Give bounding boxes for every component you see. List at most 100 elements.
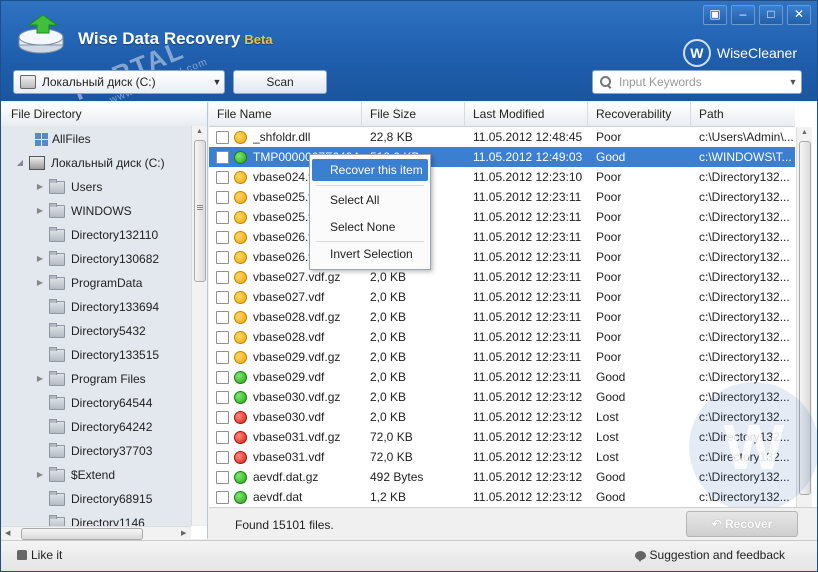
row-checkbox[interactable] xyxy=(216,431,229,444)
table-row[interactable]: _shfoldr.dll 22,8 KB 11.05.2012 12:48:45 Po… xyxy=(209,127,795,147)
table-row[interactable]: vbase030.vdf 2,0 KB 11.05.2012 12:23:12 Los… xyxy=(209,407,795,427)
expand-arrow-icon[interactable]: ▶ xyxy=(35,368,45,390)
table-row[interactable]: vbase026.vdf2,0 KB11.05.2012 12:23:11Poo… xyxy=(209,227,795,247)
tree-item-label: Directory1146 xyxy=(71,516,145,526)
column-header-file-size[interactable]: File Size xyxy=(362,102,465,126)
table-row[interactable]: vbase029.vdf.gz 2,0 KB 11.05.2012 12:23:11… xyxy=(209,347,795,367)
table-row[interactable]: vbase030.vdf.gz 2,0 KB 11.05.2012 12:23:12… xyxy=(209,387,795,407)
table-row[interactable]: vbase031.vdf.gz 72,0 KB 11.05.2012 12:23:1… xyxy=(209,427,795,447)
table-row[interactable]: vbase028.vdf 2,0 KB 11.05.2012 12:23:11 Poo… xyxy=(209,327,795,347)
tree-item[interactable]: ▶ ProgramData xyxy=(35,272,142,294)
expand-arrow-icon[interactable]: ▶ xyxy=(35,248,45,270)
search-box[interactable]: ▼ xyxy=(592,70,802,94)
table-row[interactable]: vbase025.vdf2,0 KB11.05.2012 12:23:11Poo… xyxy=(209,207,795,227)
table-row[interactable]: vbase028.vdf.gz 2,0 KB 11.05.2012 12:23:11… xyxy=(209,307,795,327)
row-checkbox[interactable] xyxy=(216,311,229,324)
tree-item[interactable]: Directory37703 xyxy=(35,440,152,462)
scroll-thumb[interactable] xyxy=(194,140,206,282)
path-cell: c:\Directory132... xyxy=(699,390,790,404)
tree-item-drive[interactable]: ◢ Локальный диск (C:) xyxy=(15,152,165,174)
table-row[interactable]: vbase031.vdf 72,0 KB 11.05.2012 12:23:12 Lo… xyxy=(209,447,795,467)
tree-item[interactable]: ▶ Program Files xyxy=(35,368,146,390)
menu-item-recover-this-item[interactable]: Recover this item xyxy=(312,159,428,181)
table-row[interactable]: vbase026.vdf2,0 KB11.05.2012 12:23:11Poo… xyxy=(209,247,795,267)
row-checkbox[interactable] xyxy=(216,131,229,144)
row-checkbox[interactable] xyxy=(216,191,229,204)
column-header-path[interactable]: Path xyxy=(691,102,795,126)
tree-item[interactable]: ▶ $Extend xyxy=(35,464,115,486)
expand-arrow-icon[interactable]: ▶ xyxy=(35,272,45,294)
scroll-thumb[interactable] xyxy=(799,141,811,495)
table-row[interactable]: vbase029.vdf 2,0 KB 11.05.2012 12:23:11 Goo… xyxy=(209,367,795,387)
minimize-icon[interactable]: – xyxy=(731,5,755,25)
column-header-file-name[interactable]: File Name xyxy=(209,102,362,126)
chevron-down-icon[interactable]: ▼ xyxy=(785,77,801,87)
expand-arrow-icon[interactable]: ▶ xyxy=(35,176,45,198)
menu-item-select-none[interactable]: Select None xyxy=(312,216,428,238)
scroll-thumb[interactable] xyxy=(21,528,143,540)
scroll-up-icon[interactable]: ▲ xyxy=(801,129,808,136)
row-checkbox[interactable] xyxy=(216,491,229,504)
recover-button[interactable]: ↶ Recover xyxy=(686,511,798,537)
row-checkbox[interactable] xyxy=(216,291,229,304)
row-checkbox[interactable] xyxy=(216,451,229,464)
column-header-recoverability[interactable]: Recoverability xyxy=(588,102,691,126)
scan-button[interactable]: Scan xyxy=(233,70,327,94)
tree-item[interactable]: Directory5432 xyxy=(35,320,146,342)
table-row[interactable]: aevdf.dat.gz 492 Bytes 11.05.2012 12:23:12… xyxy=(209,467,795,487)
last-modified-cell: 11.05.2012 12:23:10 xyxy=(473,170,583,184)
expand-arrow-icon[interactable]: ▶ xyxy=(35,464,45,486)
tree-item[interactable]: Directory132110 xyxy=(35,224,158,246)
table-row[interactable]: vbase024.vdf2,0 KB11.05.2012 12:23:10Poo… xyxy=(209,167,795,187)
drive-select[interactable]: Локальный диск (C:) ▼ xyxy=(13,70,225,94)
feedback-link[interactable]: Suggestion and feedback xyxy=(634,548,785,562)
table-row[interactable]: TMP0000007F6494...512,0 KB11.05.2012 12:… xyxy=(209,147,795,167)
tree-item[interactable]: Directory64544 xyxy=(35,392,152,414)
tree-item[interactable]: Directory133694 xyxy=(35,296,159,318)
table-row[interactable]: aevdf.dat 1,2 KB 11.05.2012 12:23:12 Good c:… xyxy=(209,487,795,507)
row-checkbox[interactable] xyxy=(216,211,229,224)
row-checkbox[interactable] xyxy=(216,271,229,284)
maximize-icon[interactable]: □ xyxy=(759,5,783,25)
tree-item-allfiles[interactable]: AllFiles xyxy=(35,128,91,150)
tree-vertical-scrollbar[interactable]: ▲ xyxy=(191,126,207,526)
row-checkbox[interactable] xyxy=(216,331,229,344)
table-row[interactable]: vbase025.vdf2,0 KB11.05.2012 12:23:11Poo… xyxy=(209,187,795,207)
row-checkbox[interactable] xyxy=(216,371,229,384)
tree-item[interactable]: Directory68915 xyxy=(35,488,152,510)
table-row[interactable]: vbase027.vdf.gz 2,0 KB 11.05.2012 12:23:11… xyxy=(209,267,795,287)
tree-item[interactable]: Directory64242 xyxy=(35,416,152,438)
row-checkbox[interactable] xyxy=(216,151,229,164)
row-checkbox[interactable] xyxy=(216,391,229,404)
expand-arrow-icon[interactable]: ▶ xyxy=(35,200,45,222)
scroll-right-icon[interactable]: ▶ xyxy=(181,529,186,537)
row-checkbox[interactable] xyxy=(216,251,229,264)
tree-horizontal-scrollbar[interactable]: ◀ ▶ xyxy=(1,526,191,540)
collapse-arrow-icon[interactable]: ◢ xyxy=(15,152,25,174)
row-checkbox[interactable] xyxy=(216,231,229,244)
file-name-cell: vbase028.vdf.gz xyxy=(253,310,341,324)
tree-item[interactable]: ▶ WINDOWS xyxy=(35,200,132,222)
file-list-vertical-scrollbar[interactable]: ▲ xyxy=(796,127,812,507)
row-checkbox[interactable] xyxy=(216,411,229,424)
scroll-up-icon[interactable]: ▲ xyxy=(196,128,203,135)
wisecleaner-brand[interactable]: W WiseCleaner xyxy=(682,39,797,67)
path-cell: c:\Directory132... xyxy=(699,190,790,204)
tree-item[interactable]: ▶ Users xyxy=(35,176,102,198)
menu-icon[interactable]: ▣ xyxy=(703,5,727,25)
table-row[interactable]: vbase027.vdf 2,0 KB 11.05.2012 12:23:11 Poo… xyxy=(209,287,795,307)
tree-item[interactable]: Directory1146 xyxy=(35,512,145,526)
menu-item-invert-selection[interactable]: Invert Selection xyxy=(312,243,428,265)
menu-item-select-all[interactable]: Select All xyxy=(312,189,428,211)
last-modified-cell: 11.05.2012 12:23:12 xyxy=(473,490,583,504)
like-it-link[interactable]: Like it xyxy=(17,548,62,562)
row-checkbox[interactable] xyxy=(216,171,229,184)
column-header-last-modified[interactable]: Last Modified xyxy=(465,102,588,126)
tree-item[interactable]: ▶ Directory130682 xyxy=(35,248,159,270)
row-checkbox[interactable] xyxy=(216,351,229,364)
scroll-left-icon[interactable]: ◀ xyxy=(5,529,10,537)
tree-item[interactable]: Directory133515 xyxy=(35,344,159,366)
search-input[interactable] xyxy=(617,74,785,90)
row-checkbox[interactable] xyxy=(216,471,229,484)
close-icon[interactable]: ✕ xyxy=(787,5,811,25)
